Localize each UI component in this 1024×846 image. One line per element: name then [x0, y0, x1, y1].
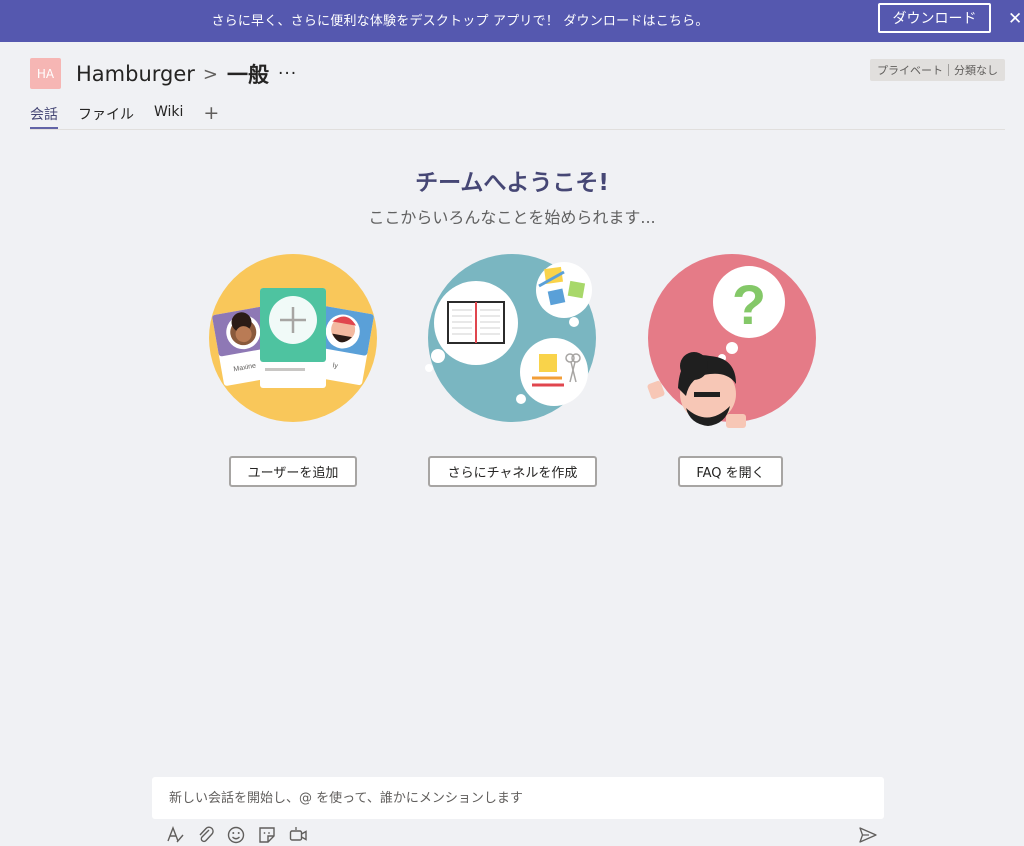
tab-files[interactable]: ファイル	[78, 104, 134, 129]
open-faq-button[interactable]: FAQ を開く	[678, 456, 783, 487]
channel-name: 一般	[227, 63, 269, 87]
close-icon[interactable]: ✕	[1008, 9, 1022, 29]
divider	[948, 64, 949, 76]
compose-box	[152, 777, 884, 819]
attach-icon[interactable]	[196, 825, 216, 845]
tabs-divider	[30, 129, 1005, 130]
channel-tabs: 会話 ファイル Wiki +	[30, 104, 219, 130]
welcome-subtitle: ここからいろんなことを始められます...	[368, 208, 656, 227]
team-avatar[interactable]: HA	[30, 58, 61, 89]
send-icon[interactable]	[858, 825, 878, 845]
classification-label: 分類なし	[954, 64, 998, 77]
privacy-label: プライベート	[877, 64, 943, 77]
download-button[interactable]: ダウンロード	[878, 3, 991, 33]
create-channels-button[interactable]: さらにチャネルを作成	[428, 456, 597, 487]
privacy-badge: プライベート 分類なし	[870, 59, 1005, 81]
compose-input[interactable]	[167, 789, 869, 807]
meet-now-icon[interactable]	[288, 825, 308, 845]
emoji-icon[interactable]	[226, 825, 246, 845]
tab-wiki[interactable]: Wiki	[154, 104, 183, 125]
question-mark-icon: ?	[732, 273, 766, 336]
channels-illustration	[425, 254, 596, 422]
add-people-illustration: Maxine ly	[209, 254, 377, 422]
breadcrumb: Hamburger > 一般 ···	[76, 58, 297, 90]
welcome-title: チームへようこそ!	[415, 170, 609, 196]
tab-conversations[interactable]: 会話	[30, 104, 58, 130]
more-options-icon[interactable]: ···	[278, 64, 297, 84]
add-users-button[interactable]: ユーザーを追加	[229, 456, 357, 487]
add-tab-icon[interactable]: +	[203, 104, 219, 123]
format-icon[interactable]	[165, 825, 185, 845]
team-name[interactable]: Hamburger	[76, 62, 195, 86]
sticker-icon[interactable]	[257, 825, 277, 845]
banner-message: さらに早く、さらに便利な体験をデスクトップ アプリで！ ダウンロードはこちら。	[211, 14, 709, 29]
faq-illustration: ?	[647, 254, 816, 428]
chevron-right-icon: >	[202, 63, 218, 85]
download-banner: さらに早く、さらに便利な体験をデスクトップ アプリで！ ダウンロードはこちら。 …	[0, 0, 1024, 42]
